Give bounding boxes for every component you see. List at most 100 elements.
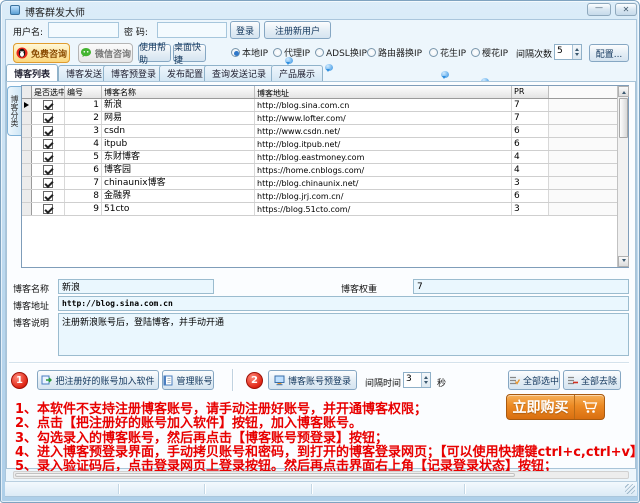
row-selector[interactable] [22,151,32,163]
manage-accounts-button[interactable]: 管理账号 [162,370,214,390]
table-row[interactable]: 5 东财博客 http://blog.eastmoney.com 4 [22,151,617,164]
prelogin-icon [274,375,285,386]
window-title: 博客群发大师 [25,8,85,19]
radio-icon [471,48,480,57]
buy-now-button[interactable]: 立即购买 [506,394,605,420]
divider [232,369,233,391]
add-accounts-button[interactable]: 把注册好的账号加入软件 [37,370,159,390]
table-vscrollbar[interactable] [617,86,629,267]
config-button[interactable]: 配置... [589,44,629,62]
password-input[interactable] [157,22,227,38]
qq-consult-button[interactable]: 免费咨询 [13,43,70,63]
table-row[interactable]: 4 itpub http://blog.itpub.net/ 6 [22,138,617,151]
col-selected[interactable]: 是否选中 [32,86,65,98]
sidebar-tab-blog-category[interactable]: 博客分类 [7,86,21,136]
tab-send-records[interactable]: 查询发送记录 [204,65,275,81]
row-selector[interactable] [22,203,32,215]
blog-name-label: 博客名称 [13,285,50,295]
blog-url-input[interactable] [58,296,629,311]
table-row[interactable]: 2 网易 http://www.lofter.com/ 7 [22,112,617,125]
status-divider [118,484,119,494]
login-button[interactable]: 登录 [230,21,260,39]
remove-all-icon [567,375,578,386]
scroll-up-icon[interactable] [618,86,629,97]
row-checkbox[interactable] [43,152,53,162]
table-row[interactable]: 6 博客园 https://home.cnblogs.com/ 4 [22,164,617,177]
remove-all-button[interactable]: 全部去除 [563,370,621,390]
row-selector[interactable] [22,99,32,111]
stepper-arrows[interactable] [421,373,430,387]
instructions-hscrollbar[interactable] [13,471,629,479]
blog-weight-input[interactable] [413,279,629,294]
tab-product-display[interactable]: 产品展示 [271,65,324,81]
blog-weight-label: 博客权重 [341,285,378,295]
row-selector[interactable] [22,164,32,176]
radio-icon [429,48,438,57]
col-pr[interactable]: PR [512,86,549,98]
app-window: 博客群发大师 — ✕ 用户名: 密 码: 登录 注册新用户 免费咨询 微信咨询 … [0,0,640,503]
radio-adsl-ip[interactable]: ADSL换IP [315,46,367,59]
username-label: 用户名: [13,28,44,38]
tab-blog-list[interactable]: 博客列表 [6,64,59,81]
select-all-button[interactable]: 全部选中 [508,370,560,390]
table-row[interactable]: 8 金融界 http://blog.jrj.com.cn/ 6 [22,190,617,203]
wechat-consult-button[interactable]: 微信咨询 [78,43,133,63]
row-checkbox[interactable] [43,100,53,110]
table-row[interactable]: 9 51cto https://blog.51cto.com/ 3 [22,203,617,216]
row-selector[interactable] [22,177,32,189]
tab-blog-prelogin[interactable]: 博客预登录 [103,65,165,81]
row-checkbox[interactable] [43,191,53,201]
col-number[interactable]: 编号 [65,86,102,98]
radio-router-ip[interactable]: 路由器换IP [367,46,422,59]
help-balloon-icon[interactable] [285,57,293,65]
cart-icon [574,395,604,419]
row-checkbox[interactable] [43,178,53,188]
resize-grip[interactable] [625,484,635,494]
row-checkbox[interactable] [43,204,53,214]
blog-url-label: 博客地址 [13,302,50,312]
help-button[interactable]: 使用帮助 [138,43,171,66]
desktop-shortcut-button[interactable]: 桌面快捷 [173,43,206,66]
help-balloon-icon[interactable] [325,64,333,72]
scrollbar-thumb[interactable] [15,473,515,477]
table-row[interactable]: 3 csdn http://www.csdn.net/ 6 [22,125,617,138]
row-selector[interactable] [22,125,32,137]
row-checkbox[interactable] [43,126,53,136]
row-selector[interactable] [22,112,32,124]
blog-desc-textarea[interactable]: 注册新浪账号后，登陆博客，并手动开通 [58,313,629,356]
interval-time-label: 间隔时间 [365,379,402,389]
interval-time-stepper[interactable]: 3 [403,372,431,388]
register-button[interactable]: 注册新用户 [264,21,331,39]
add-accounts-icon [41,375,53,386]
col-blog-name[interactable]: 博客名称 [102,86,255,98]
minimize-icon: — [595,3,603,12]
radio-local-ip[interactable]: 本地IP [231,46,268,59]
row-selector[interactable] [22,190,32,202]
interval-count-stepper[interactable]: 5 [554,44,582,60]
scroll-down-icon[interactable] [618,256,629,267]
row-checkbox[interactable] [43,113,53,123]
scrollbar-thumb[interactable] [619,98,628,138]
table-row[interactable]: 1 新浪 http://blog.sina.com.cn 7 [22,99,617,112]
radio-yinghua-ip[interactable]: 樱花IP [471,46,508,59]
row-checkbox[interactable] [43,139,53,149]
table-header-row: 是否选中 编号 博客名称 博客地址 PR [22,86,617,99]
row-selector[interactable] [22,138,32,150]
col-blog-url[interactable]: 博客地址 [255,86,512,98]
status-divider [311,484,312,494]
username-input[interactable] [48,22,119,38]
help-balloon-icon[interactable] [441,71,449,79]
interval-count-label: 间隔次数 [516,50,553,60]
minimize-button[interactable]: — [587,3,611,16]
radio-icon [273,48,282,57]
blog-name-input[interactable] [58,279,214,294]
row-checkbox[interactable] [43,165,53,175]
radio-huasheng-ip[interactable]: 花生IP [429,46,466,59]
blog-table: 是否选中 编号 博客名称 博客地址 PR 1 新浪 http://blog.si… [21,85,629,268]
status-bar [5,481,637,496]
table-row[interactable]: 7 chinaunix博客 http://blog.chinaunix.net/… [22,177,617,190]
close-button[interactable]: ✕ [615,3,637,16]
stepper-arrows[interactable] [572,45,581,59]
prelogin-button[interactable]: 博客账号预登录 [268,370,357,390]
app-icon [10,5,20,15]
